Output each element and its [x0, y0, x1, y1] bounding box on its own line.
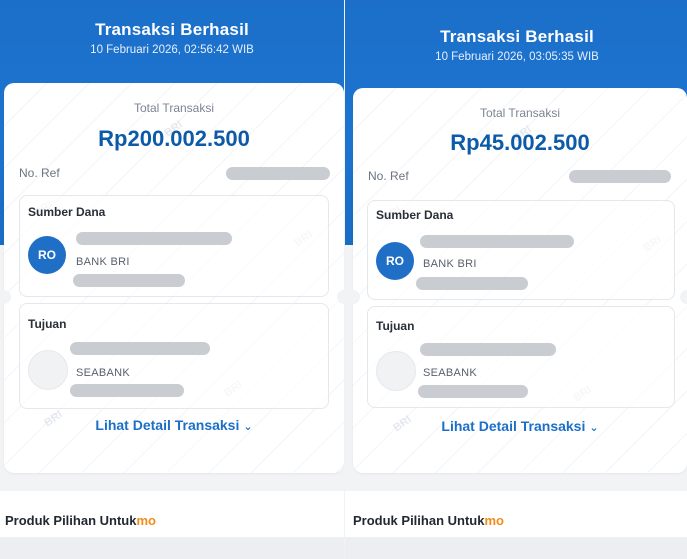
detail-link-label: Lihat Detail Transaksi: [441, 418, 586, 434]
header-datetime: 10 Februari 2026, 03:05:35 WIB: [435, 51, 599, 63]
destination-bank-name: SEABANK: [423, 367, 478, 379]
source-account-number-redacted: [73, 274, 185, 287]
ticket-notch: [346, 290, 360, 304]
avatar: [28, 350, 68, 390]
destination-account-name-redacted: [70, 342, 210, 355]
destination-box: Tujuan SEABANK: [367, 306, 675, 408]
avatar: [376, 351, 416, 391]
destination-box: Tujuan SEABANK: [19, 303, 329, 409]
destination-account-number-redacted: [418, 385, 528, 398]
receipt-card: BRI BRI BRI BRI BRI Total Transaksi Rp45…: [353, 88, 687, 473]
view-transaction-detail-link[interactable]: Lihat Detail Transaksi ⌄: [4, 417, 344, 433]
product-section-title: Produk Pilihan Untukmo: [353, 513, 504, 528]
header-title: Transaksi Berhasil: [95, 20, 249, 39]
source-account-number-redacted: [416, 277, 528, 290]
source-fund-title: Sumber Dana: [376, 208, 454, 222]
source-bank-name: BANK BRI: [76, 256, 130, 268]
ref-number-redacted: [569, 170, 671, 183]
mo-logo: mo: [136, 513, 156, 528]
chevron-down-icon: ⌄: [589, 422, 599, 434]
chevron-down-icon: ⌄: [243, 421, 253, 433]
ref-label: No. Ref: [19, 166, 60, 180]
source-account-name-redacted: [76, 232, 232, 245]
source-bank-name: BANK BRI: [423, 258, 477, 270]
ticket-notch: [337, 290, 344, 304]
product-section-title: Produk Pilihan Untukmo: [5, 513, 156, 528]
source-account-name-redacted: [420, 235, 574, 248]
source-fund-box: Sumber Dana RO BANK BRI: [19, 195, 329, 297]
avatar: RO: [28, 236, 66, 274]
receipt-card: BRI BRI BRI BRI BRI Total Transaksi Rp20…: [4, 83, 344, 473]
total-label: Total Transaksi: [479, 106, 561, 120]
product-title-text: Produk Pilihan Untuk: [5, 513, 137, 528]
mo-logo: mo: [484, 513, 504, 528]
view-transaction-detail-link[interactable]: Lihat Detail Transaksi ⌄: [353, 418, 687, 434]
product-section: Produk Pilihan Untukmo: [0, 491, 344, 537]
transaction-receipt-screen-2: Transaksi Berhasil 10 Februari 2026, 03:…: [345, 0, 687, 559]
bottom-strip: [345, 537, 687, 559]
product-title-text: Produk Pilihan Untuk: [353, 513, 485, 528]
product-section: Produk Pilihan Untukmo: [345, 491, 687, 537]
ticket-notch: [680, 290, 687, 304]
total-amount: Rp45.002.500: [450, 130, 590, 155]
ref-label: No. Ref: [368, 169, 409, 183]
destination-bank-name: SEABANK: [76, 367, 131, 379]
detail-link-label: Lihat Detail Transaksi: [95, 417, 240, 433]
source-fund-box: Sumber Dana RO BANK BRI: [367, 200, 675, 300]
bottom-strip: [0, 537, 344, 559]
destination-title: Tujuan: [28, 317, 67, 331]
total-label: Total Transaksi: [133, 101, 215, 115]
destination-account-name-redacted: [420, 343, 556, 356]
avatar: RO: [376, 242, 414, 280]
transaction-receipt-screen-1: Transaksi Berhasil 10 Februari 2026, 02:…: [0, 0, 344, 559]
source-fund-title: Sumber Dana: [28, 205, 106, 219]
destination-account-number-redacted: [70, 384, 184, 397]
header-title: Transaksi Berhasil: [440, 27, 594, 46]
header-datetime: 10 Februari 2026, 02:56:42 WIB: [90, 44, 254, 56]
total-amount: Rp200.002.500: [98, 126, 250, 151]
destination-title: Tujuan: [376, 319, 415, 333]
ref-number-redacted: [226, 167, 330, 180]
